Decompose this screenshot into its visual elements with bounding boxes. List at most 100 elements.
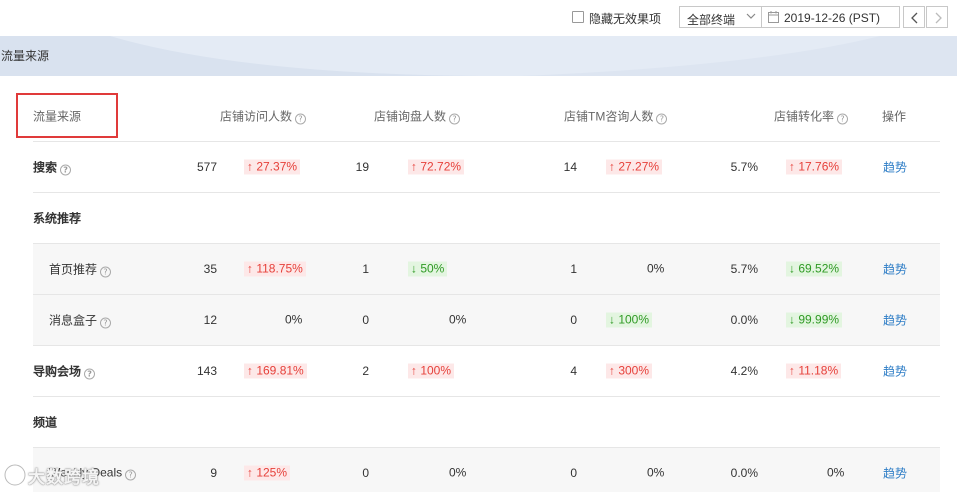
prev-date-button[interactable] bbox=[903, 6, 925, 28]
visitors-change-badge: ↑ 125% bbox=[244, 465, 291, 481]
trend-link[interactable]: 趋势 bbox=[883, 159, 907, 176]
table-row: 搜索? 577 ↑ 27.37% 19 ↑ 72.72% 14 ↑ 27.27% 5.7% ↑ … bbox=[33, 142, 940, 193]
terminal-select[interactable]: 全部终端 bbox=[679, 6, 762, 28]
row-source-name: 系统推荐 bbox=[33, 210, 81, 227]
help-icon[interactable]: ? bbox=[84, 368, 96, 380]
conversion-value: 5.7% bbox=[730, 160, 758, 174]
header-action: 操作 bbox=[882, 109, 907, 123]
conversion-change-badge: ↑ 17.76% bbox=[786, 159, 843, 175]
conversion-value: 0.0% bbox=[730, 466, 758, 480]
hide-invalid-checkbox[interactable] bbox=[572, 11, 584, 23]
help-icon[interactable]: ? bbox=[656, 113, 668, 124]
help-icon[interactable]: ? bbox=[295, 113, 307, 124]
help-icon[interactable]: ? bbox=[100, 317, 112, 329]
header-inquiries-label: 店铺询盘人数 bbox=[374, 109, 447, 123]
row-source-label: 消息盒子 bbox=[49, 313, 98, 328]
inquiries-change-badge: ↓ 50% bbox=[408, 261, 448, 277]
table-header: 流量来源 店铺访问人数? 店铺询盘人数? 店铺TM咨询人数? 店铺转化率? 操作 bbox=[33, 90, 940, 142]
toolbar: 隐藏无效果项 全部终端 2019-12-26 (PST) bbox=[0, 0, 957, 36]
banner-title: 流量来源 bbox=[1, 49, 50, 63]
conversion-change-badge: ↑ 11.18% bbox=[786, 363, 842, 379]
header-conversion-label: 店铺转化率 bbox=[774, 109, 835, 123]
section-banner: 流量来源 bbox=[0, 36, 957, 76]
help-icon[interactable]: ? bbox=[449, 113, 461, 124]
row-source-name: 消息盒子? bbox=[49, 312, 112, 329]
visitors-change-badge: ↑ 118.75% bbox=[244, 261, 306, 277]
hide-invalid-label[interactable]: 隐藏无效果项 bbox=[589, 10, 661, 27]
next-date-button[interactable] bbox=[926, 6, 948, 28]
highlight-box bbox=[16, 93, 118, 138]
watermark: 大数跨境 bbox=[0, 458, 140, 492]
row-source-label: 系统推荐 bbox=[33, 211, 82, 226]
watermark-text: 大数跨境 bbox=[28, 468, 100, 487]
calendar-icon bbox=[768, 11, 779, 23]
row-source-name: 搜索? bbox=[33, 159, 72, 176]
table-row: 消息盒子? 12 0% 0 0% 0 ↓ 100% 0.0% ↓ 99.99% 趋势 bbox=[33, 295, 940, 346]
visitors-change-badge: 0% bbox=[285, 312, 303, 327]
visitors-value: 35 bbox=[203, 262, 217, 276]
table-row: 首页推荐? 35 ↑ 118.75% 1 ↓ 50% 1 0% 5.7% ↓ 69.52% 趋势 bbox=[33, 244, 940, 295]
trend-link[interactable]: 趋势 bbox=[883, 261, 907, 278]
traffic-source-table: 流量来源 店铺访问人数? 店铺询盘人数? 店铺TM咨询人数? 店铺转化率? 操作… bbox=[0, 76, 957, 492]
visitors-value: 12 bbox=[203, 313, 217, 327]
table-row: 系统推荐 bbox=[33, 193, 940, 244]
banner-wave-decoration bbox=[0, 36, 957, 76]
row-source-label: 导购会场 bbox=[33, 364, 82, 379]
conversion-value: 4.2% bbox=[730, 364, 758, 378]
header-visitors-label: 店铺访问人数 bbox=[220, 109, 293, 123]
inquiries-value: 1 bbox=[362, 262, 369, 276]
inquiries-change-badge: ↑ 72.72% bbox=[408, 159, 465, 175]
trend-link[interactable]: 趋势 bbox=[883, 363, 907, 380]
table-row: 频道 bbox=[33, 397, 940, 448]
row-source-name: 首页推荐? bbox=[49, 261, 112, 278]
visitors-change-badge: ↑ 169.81% bbox=[244, 363, 307, 379]
inquiries-change-badge: 0% bbox=[449, 312, 467, 327]
conversion-change-badge: 0% bbox=[827, 465, 845, 480]
tm-inquiries-value: 1 bbox=[570, 262, 577, 276]
tm-inquiries-value: 0 bbox=[570, 466, 577, 480]
visitors-value: 9 bbox=[210, 466, 217, 480]
tm-inquiries-change-badge: ↓ 100% bbox=[606, 312, 653, 328]
tm-inquiries-change-badge: ↑ 27.27% bbox=[606, 159, 663, 175]
date-value: 2019-12-26 (PST) bbox=[784, 11, 881, 25]
terminal-select-value: 全部终端 bbox=[687, 13, 736, 27]
watermark-logo-icon bbox=[3, 463, 27, 487]
table-row: 导购会场? 143 ↑ 169.81% 2 ↑ 100% 4 ↑ 300% 4.2% ↑ 11.… bbox=[33, 346, 940, 397]
header-tm-inquiries-label: 店铺TM咨询人数 bbox=[564, 109, 654, 123]
visitors-change-badge: ↑ 27.37% bbox=[244, 159, 301, 175]
header-visitors: 店铺访问人数? bbox=[220, 107, 307, 124]
conversion-value: 0.0% bbox=[730, 313, 758, 327]
header-inquiries: 店铺询盘人数? bbox=[374, 107, 461, 124]
tm-inquiries-change-badge: 0% bbox=[647, 261, 665, 276]
inquiries-value: 0 bbox=[362, 466, 369, 480]
help-icon[interactable]: ? bbox=[100, 266, 112, 278]
visitors-value: 577 bbox=[196, 160, 217, 174]
row-source-label: 首页推荐 bbox=[49, 262, 98, 277]
inquiries-value: 19 bbox=[355, 160, 369, 174]
row-source-label: 搜索 bbox=[33, 160, 58, 175]
tm-inquiries-change-badge: 0% bbox=[647, 465, 665, 480]
inquiries-change-badge: 0% bbox=[449, 465, 467, 480]
inquiries-value: 0 bbox=[362, 313, 369, 327]
tm-inquiries-value: 4 bbox=[570, 364, 577, 378]
header-conversion: 店铺转化率? bbox=[774, 107, 849, 124]
help-icon[interactable]: ? bbox=[837, 113, 849, 124]
row-source-label: 频道 bbox=[33, 415, 58, 430]
chevron-left-icon bbox=[911, 12, 918, 24]
trend-link[interactable]: 趋势 bbox=[883, 465, 907, 482]
header-tm-inquiries: 店铺TM咨询人数? bbox=[564, 107, 668, 124]
tm-inquiries-change-badge: ↑ 300% bbox=[606, 363, 653, 379]
visitors-value: 143 bbox=[196, 364, 217, 378]
conversion-change-badge: ↓ 99.99% bbox=[786, 312, 843, 328]
tm-inquiries-value: 0 bbox=[570, 313, 577, 327]
help-icon[interactable]: ? bbox=[60, 164, 72, 176]
chevron-down-icon bbox=[746, 13, 756, 19]
inquiries-value: 2 bbox=[362, 364, 369, 378]
conversion-value: 5.7% bbox=[730, 262, 758, 276]
tm-inquiries-value: 14 bbox=[563, 160, 577, 174]
row-source-name: 频道 bbox=[33, 414, 57, 431]
inquiries-change-badge: ↑ 100% bbox=[408, 363, 455, 379]
date-picker[interactable]: 2019-12-26 (PST) bbox=[762, 6, 900, 28]
row-source-name: 导购会场? bbox=[33, 363, 96, 380]
trend-link[interactable]: 趋势 bbox=[883, 312, 907, 329]
